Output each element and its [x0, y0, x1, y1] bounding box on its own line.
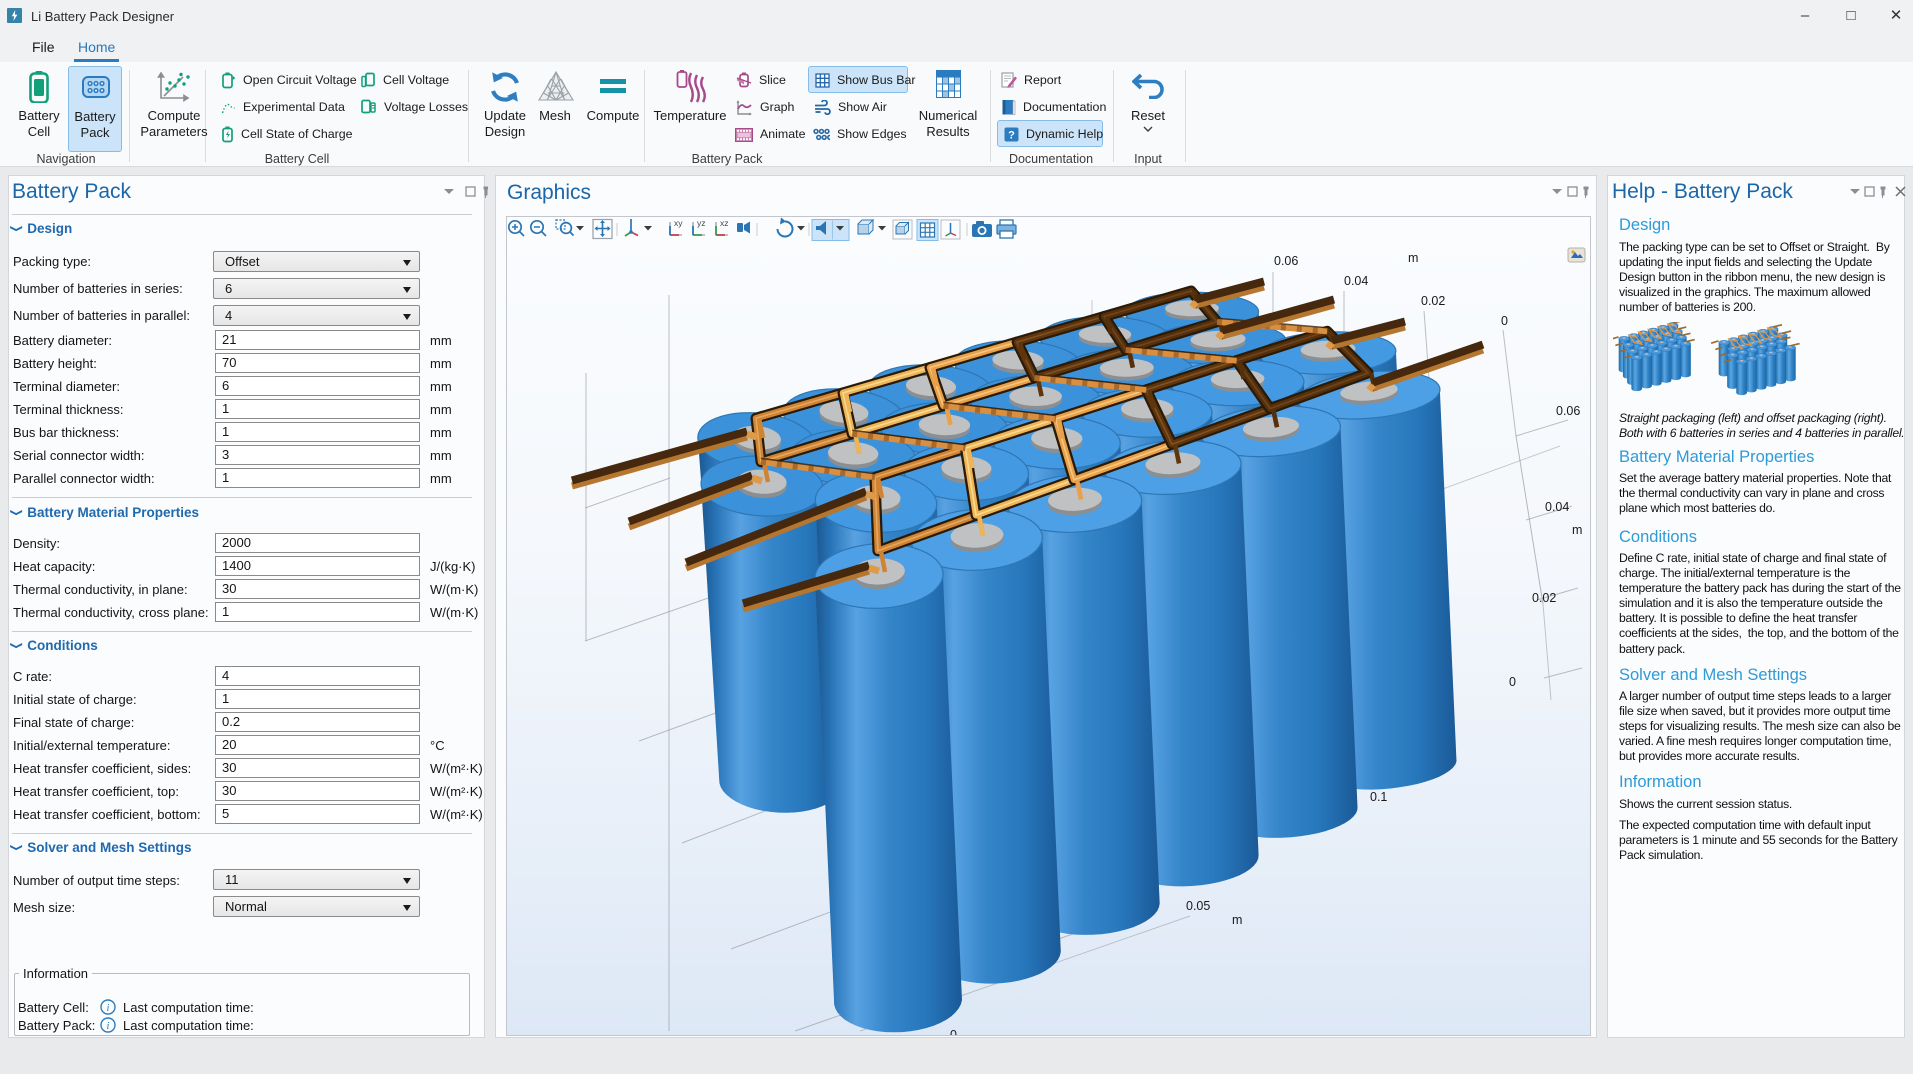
svg-text:0.02: 0.02 — [1532, 591, 1556, 605]
svg-text:xz: xz — [720, 218, 729, 228]
svg-text:0.05: 0.05 — [1186, 899, 1210, 913]
svg-text:i: i — [107, 1003, 110, 1014]
svg-text:?: ? — [1008, 130, 1015, 142]
svg-text:xy: xy — [674, 218, 683, 228]
svg-text:0: 0 — [1501, 314, 1508, 328]
svg-text:0.04: 0.04 — [1545, 500, 1569, 514]
svg-text:0: 0 — [1509, 675, 1516, 689]
svg-text:yz: yz — [697, 218, 706, 228]
svg-text:i: i — [107, 1021, 110, 1032]
svg-text:0: 0 — [950, 1028, 957, 1035]
svg-text:m: m — [1408, 251, 1418, 265]
svg-text:0.1: 0.1 — [1370, 790, 1387, 804]
svg-text:0.06: 0.06 — [1556, 404, 1580, 418]
svg-text:0.06: 0.06 — [1274, 254, 1298, 268]
svg-text:0.02: 0.02 — [1421, 294, 1445, 308]
svg-text:0.04: 0.04 — [1344, 274, 1368, 288]
svg-text:m: m — [1572, 523, 1582, 537]
svg-text:m: m — [1232, 913, 1242, 927]
